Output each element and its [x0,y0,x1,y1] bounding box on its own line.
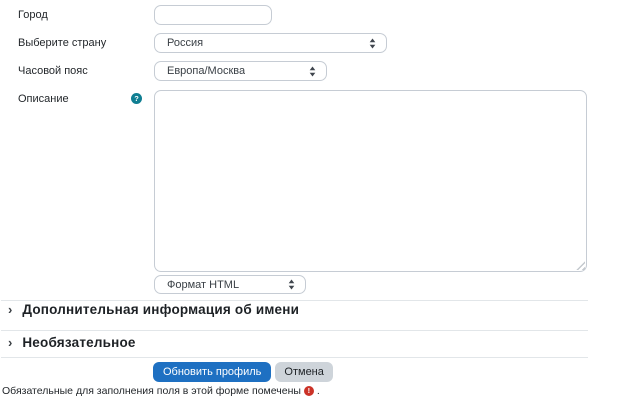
required-fields-note: Обязательные для заполнения поля в этой … [2,385,320,397]
description-field-wrapper [154,90,587,272]
divider [1,300,588,301]
city-input[interactable] [154,5,272,25]
description-textarea[interactable] [154,90,587,272]
timezone-select[interactable]: Европа/Москва [154,61,327,81]
country-select-value: Россия [167,37,203,49]
select-arrows-icon [288,279,295,290]
cancel-button[interactable]: Отмена [275,362,332,382]
required-fields-suffix: . [317,385,320,397]
country-select[interactable]: Россия [154,33,387,53]
edit-profile-form: Город Выберите страну Россия Часовой поя… [0,0,624,406]
section-label: Необязательное [22,336,135,350]
update-profile-button[interactable]: Обновить профиль [153,362,271,382]
section-additional-names[interactable]: › Дополнительная информация об имени [8,303,299,317]
divider [1,357,588,358]
chevron-right-icon: › [8,336,12,350]
divider [1,330,588,331]
format-select[interactable]: Формат HTML [154,275,306,294]
select-arrows-icon [369,38,376,49]
timezone-label: Часовой пояс [18,66,88,77]
chevron-right-icon: › [8,303,12,317]
select-arrows-icon [309,66,316,77]
city-label: Город [18,10,48,21]
form-actions: Обновить профиль Отмена [153,362,333,382]
required-fields-text: Обязательные для заполнения поля в этой … [2,385,301,397]
section-label: Дополнительная информация об имени [22,303,299,317]
section-optional[interactable]: › Необязательное [8,336,136,350]
format-select-value: Формат HTML [167,279,239,291]
required-icon: ! [304,386,314,396]
description-label: Описание [18,94,69,105]
country-label: Выберите страну [18,38,106,49]
timezone-select-value: Европа/Москва [167,65,245,77]
help-icon[interactable]: ? [131,93,142,104]
